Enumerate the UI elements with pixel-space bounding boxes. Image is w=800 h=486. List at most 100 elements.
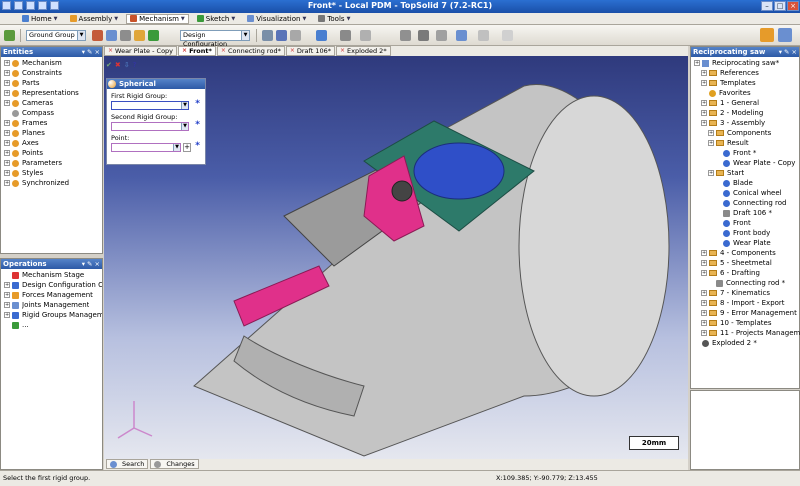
add-point-button[interactable]: + xyxy=(183,143,191,152)
tree-item[interactable]: + References xyxy=(694,68,799,78)
expand-icon[interactable]: + xyxy=(4,60,10,66)
close-tab-icon[interactable]: × xyxy=(221,47,226,55)
pin-icon[interactable]: ⇩ xyxy=(124,61,130,69)
help-command-icon[interactable]: ? xyxy=(133,61,137,69)
tree-item[interactable]: Connecting rod xyxy=(694,198,799,208)
expand-icon[interactable] xyxy=(4,272,10,278)
entity-mechanism[interactable]: + Mechanism xyxy=(4,58,102,68)
point-field[interactable]: ▼ xyxy=(111,143,181,152)
second-rigid-group-field[interactable]: ▼ xyxy=(111,122,189,131)
configuration-select[interactable]: Design Configuration ▼ xyxy=(180,30,250,48)
expand-icon[interactable]: + xyxy=(708,170,714,176)
entity-representations[interactable]: + Representations xyxy=(4,88,102,98)
expand-icon[interactable]: + xyxy=(701,250,707,256)
expand-icon[interactable] xyxy=(715,200,721,206)
joint-slider-icon[interactable] xyxy=(290,30,301,41)
measure-icon[interactable] xyxy=(456,30,467,41)
expand-icon[interactable] xyxy=(715,190,721,196)
expand-icon[interactable]: + xyxy=(4,130,10,136)
expand-icon[interactable]: + xyxy=(701,300,707,306)
expand-icon[interactable]: + xyxy=(694,60,700,66)
document-tab[interactable]: × Connecting rod* xyxy=(216,46,285,56)
joint-spherical-icon[interactable] xyxy=(262,30,273,41)
assistant-icon[interactable] xyxy=(760,28,774,42)
tree-item[interactable]: + Templates xyxy=(694,78,799,88)
chevron-down-icon[interactable]: ▼ xyxy=(54,16,58,22)
simulate-icon[interactable] xyxy=(502,30,513,41)
joint-icon[interactable] xyxy=(92,30,103,41)
expand-icon[interactable]: + xyxy=(701,260,707,266)
expand-icon[interactable]: + xyxy=(701,70,707,76)
expand-icon[interactable] xyxy=(715,240,721,246)
entity-styles[interactable]: + Styles xyxy=(4,168,102,178)
tree-item[interactable]: Exploded 2 * xyxy=(694,338,799,348)
tree-item[interactable]: + Reciprocating saw* xyxy=(694,58,799,68)
expand-icon[interactable] xyxy=(715,220,721,226)
tree-item[interactable]: + Result xyxy=(694,138,799,148)
expand-icon[interactable] xyxy=(701,90,707,96)
tree-item[interactable]: Wear Plate xyxy=(694,238,799,248)
spring-icon[interactable] xyxy=(316,30,327,41)
operation-item[interactable]: + Design Configuration Creation xyxy=(4,280,102,290)
expand-icon[interactable]: + xyxy=(701,270,707,276)
expand-icon[interactable]: + xyxy=(4,180,10,186)
expand-icon[interactable]: + xyxy=(708,130,714,136)
tree-item[interactable]: +5 - Sheetmetal xyxy=(694,258,799,268)
tree-item[interactable]: Connecting rod * xyxy=(694,278,799,288)
tree-item[interactable]: +11 - Projects Management xyxy=(694,328,800,338)
entity-points[interactable]: + Points xyxy=(4,148,102,158)
expand-icon[interactable] xyxy=(715,160,721,166)
belt-icon[interactable] xyxy=(400,30,411,41)
expand-icon[interactable]: + xyxy=(4,100,10,106)
panel-controls[interactable]: ▾ ✎ × xyxy=(82,259,100,269)
entity-planes[interactable]: + Planes xyxy=(4,128,102,138)
curve-icon[interactable] xyxy=(478,30,489,41)
entity-synchronized[interactable]: + Synchronized xyxy=(4,178,102,188)
tree-item[interactable]: +9 - Error Management xyxy=(694,308,799,318)
cam-icon[interactable] xyxy=(360,30,371,41)
joint-revolute-icon[interactable] xyxy=(276,30,287,41)
tree-item[interactable]: Favorites xyxy=(694,88,799,98)
tree-item[interactable]: +6 - Drafting xyxy=(694,268,799,278)
rack-icon[interactable] xyxy=(418,30,429,41)
entity-compass[interactable]: Compass xyxy=(4,108,102,118)
close-tab-icon[interactable]: × xyxy=(340,47,345,55)
tree-item[interactable]: Front xyxy=(694,218,799,228)
bottom-tab-search[interactable]: Search xyxy=(106,459,149,469)
tree-item[interactable]: +7 - Kinematics xyxy=(694,288,799,298)
menu-tab-sketch[interactable]: Sketch ▼ xyxy=(193,14,239,24)
validate-icon[interactable] xyxy=(4,30,15,41)
tree-item[interactable]: +1 - General xyxy=(694,98,799,108)
expand-icon[interactable]: + xyxy=(701,100,707,106)
maximize-icon[interactable]: □ xyxy=(774,1,786,11)
expand-icon[interactable]: + xyxy=(4,90,10,96)
expand-icon[interactable]: + xyxy=(701,310,707,316)
close-tab-icon[interactable]: × xyxy=(182,47,187,55)
tree-item[interactable]: +4 - Components xyxy=(694,248,799,258)
group-select[interactable]: Ground Group ▼ xyxy=(26,30,86,41)
menu-tab-mechanism[interactable]: Mechanism ▼ xyxy=(126,13,189,24)
panel-controls[interactable]: ▾ ✎ × xyxy=(82,47,100,57)
chevron-down-icon[interactable]: ▼ xyxy=(347,16,351,22)
expand-icon[interactable]: + xyxy=(4,80,10,86)
expand-icon[interactable]: + xyxy=(4,140,10,146)
first-rigid-group-field[interactable]: ▼ xyxy=(111,101,189,110)
tree-item[interactable]: Front body xyxy=(694,228,799,238)
expand-icon[interactable]: + xyxy=(701,290,707,296)
entity-frames[interactable]: + Frames xyxy=(4,118,102,128)
menu-tab-home[interactable]: Home ▼ xyxy=(18,14,62,24)
expand-icon[interactable]: + xyxy=(4,282,10,288)
expand-icon[interactable] xyxy=(708,280,714,286)
operation-item[interactable]: + Joints Management xyxy=(4,300,102,310)
chevron-down-icon[interactable]: ▼ xyxy=(181,16,185,22)
expand-icon[interactable] xyxy=(4,110,10,116)
panel-controls[interactable]: ▾ ✎ × xyxy=(779,47,797,57)
expand-icon[interactable]: + xyxy=(4,70,10,76)
cancel-icon[interactable]: ✖ xyxy=(115,61,121,69)
expand-icon[interactable] xyxy=(715,180,721,186)
tree-item[interactable]: Conical wheel xyxy=(694,188,799,198)
force-icon[interactable] xyxy=(134,30,145,41)
entity-cameras[interactable]: + Cameras xyxy=(4,98,102,108)
menu-tab-tools[interactable]: Tools ▼ xyxy=(314,14,354,24)
entity-parts[interactable]: + Parts xyxy=(4,78,102,88)
